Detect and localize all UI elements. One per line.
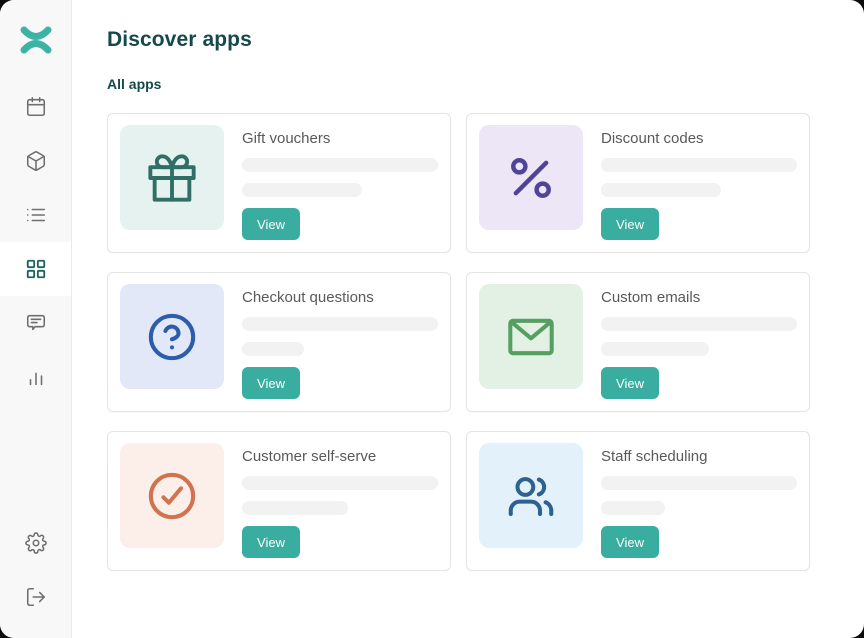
app-tile xyxy=(479,284,583,389)
chat-icon xyxy=(25,312,47,334)
app-card-customer-self-serve: Customer self-serve View xyxy=(107,431,451,571)
skeleton-line xyxy=(242,501,348,515)
card-title: Checkout questions xyxy=(242,288,374,308)
card-body: Customer self-serve View xyxy=(242,443,438,559)
app-card-checkout-questions: Checkout questions View xyxy=(107,272,451,412)
sidebar-item-package[interactable] xyxy=(0,134,71,188)
sidebar xyxy=(0,0,72,638)
skeleton-line xyxy=(242,476,438,490)
sidebar-item-calendar[interactable] xyxy=(0,80,71,134)
app-card-staff-scheduling: Staff scheduling View xyxy=(466,431,810,571)
skeleton-line xyxy=(242,317,438,331)
sidebar-item-settings[interactable] xyxy=(0,516,71,570)
question-icon xyxy=(145,310,199,364)
card-title: Custom emails xyxy=(601,288,700,308)
skeleton-line xyxy=(242,342,304,356)
view-button[interactable]: View xyxy=(601,367,659,399)
card-title: Staff scheduling xyxy=(601,447,707,467)
calendar-icon xyxy=(25,96,47,118)
app-tile xyxy=(120,125,224,230)
card-title: Customer self-serve xyxy=(242,447,376,467)
card-title: Gift vouchers xyxy=(242,129,330,149)
card-body: Gift vouchers View xyxy=(242,125,438,241)
check-icon xyxy=(145,469,199,523)
sidebar-footer xyxy=(0,516,71,638)
app-tile xyxy=(120,443,224,548)
app-card-discount-codes: Discount codes View xyxy=(466,113,810,253)
skeleton-line xyxy=(601,501,665,515)
view-button[interactable]: View xyxy=(242,367,300,399)
sidebar-item-messages[interactable] xyxy=(0,296,71,350)
mail-icon xyxy=(504,310,558,364)
app-tile xyxy=(479,125,583,230)
app-card-custom-emails: Custom emails View xyxy=(466,272,810,412)
sidebar-nav xyxy=(0,80,71,404)
brand-x-logo-icon xyxy=(16,20,56,60)
skeleton-line xyxy=(601,476,797,490)
sidebar-item-logout[interactable] xyxy=(0,570,71,624)
app-card-grid: Gift vouchers View Discount codes View xyxy=(107,113,864,571)
skeleton-line xyxy=(601,342,709,356)
section-label: All apps xyxy=(107,76,864,92)
app-tile xyxy=(479,443,583,548)
app-tile xyxy=(120,284,224,389)
sidebar-item-apps[interactable] xyxy=(0,242,71,296)
grid-icon xyxy=(25,258,47,280)
view-button[interactable]: View xyxy=(242,208,300,240)
view-button[interactable]: View xyxy=(242,526,300,558)
skeleton-line xyxy=(601,317,797,331)
package-icon xyxy=(25,150,47,172)
card-body: Discount codes View xyxy=(601,125,797,241)
card-body: Checkout questions View xyxy=(242,284,438,400)
skeleton-line xyxy=(242,183,362,197)
app-window: Discover apps All apps Gift vouchers Vie… xyxy=(0,0,864,638)
sidebar-item-reports[interactable] xyxy=(0,350,71,404)
sidebar-item-list[interactable] xyxy=(0,188,71,242)
app-card-gift-vouchers: Gift vouchers View xyxy=(107,113,451,253)
logout-icon xyxy=(25,586,47,608)
card-body: Staff scheduling View xyxy=(601,443,797,559)
view-button[interactable]: View xyxy=(601,526,659,558)
card-title: Discount codes xyxy=(601,129,704,149)
sidebar-spacer xyxy=(0,404,71,516)
percent-icon xyxy=(503,150,559,206)
view-button[interactable]: View xyxy=(601,208,659,240)
gift-icon xyxy=(146,152,198,204)
bar-chart-icon xyxy=(25,366,47,388)
skeleton-line xyxy=(601,183,721,197)
skeleton-line xyxy=(242,158,438,172)
skeleton-line xyxy=(601,158,797,172)
main-content: Discover apps All apps Gift vouchers Vie… xyxy=(72,0,864,638)
users-icon xyxy=(504,469,558,523)
card-body: Custom emails View xyxy=(601,284,797,400)
list-icon xyxy=(25,204,47,226)
page-title: Discover apps xyxy=(107,28,864,52)
settings-icon xyxy=(25,532,47,554)
brand-logo[interactable] xyxy=(0,0,71,80)
